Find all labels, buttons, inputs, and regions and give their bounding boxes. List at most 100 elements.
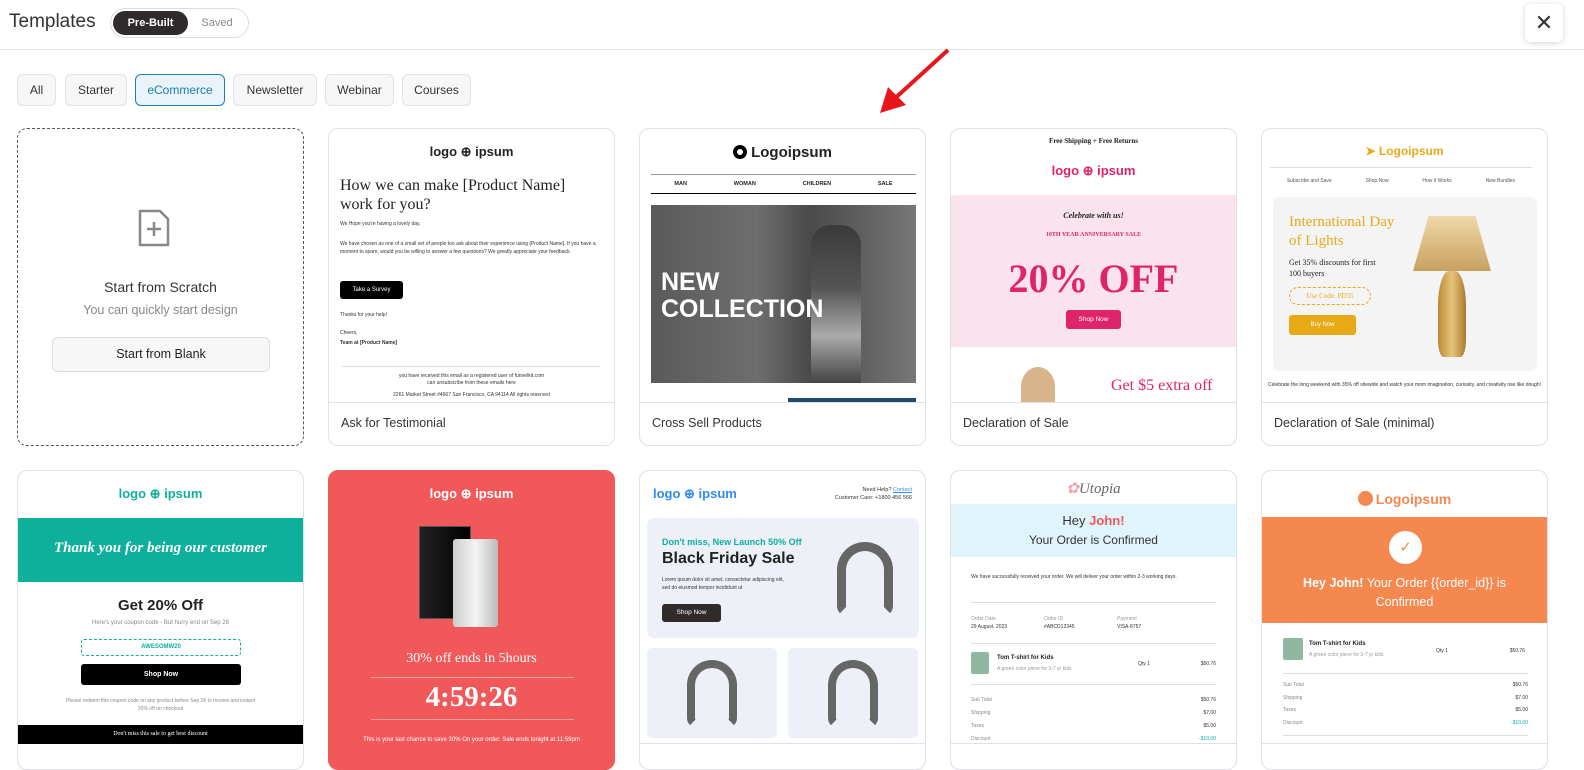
email-text: We have chosen as one of a small set of … bbox=[340, 241, 596, 255]
logo: logo ⊕ ipsum bbox=[653, 486, 737, 501]
template-thumbnail: Free Shipping + Free Returns logo ⊕ ipsu… bbox=[951, 129, 1236, 402]
lamp-base-image bbox=[1438, 271, 1466, 357]
logo: logo ⊕ ipsum bbox=[429, 144, 514, 159]
nav-item: MAN bbox=[674, 181, 687, 187]
email-text: This is your last chance to save 30% On … bbox=[363, 737, 580, 743]
template-card-thank-you-coupon[interactable]: logo ⊕ ipsum Thank you for being our cus… bbox=[17, 470, 304, 770]
template-card-cross-sell-products[interactable]: Logoipsum MAN WOMAN CHILDREN SALE NEW COLLE… bbox=[639, 128, 926, 446]
shop-button: Shop Now bbox=[1066, 310, 1121, 329]
page-title: Templates bbox=[9, 11, 96, 32]
total-value: -$10.00 bbox=[1511, 719, 1528, 726]
template-card-order-confirmed-orange[interactable]: Logoipsum ✓ Hey John! Your Order {{order… bbox=[1261, 470, 1548, 770]
total-value: $5.00 bbox=[1203, 723, 1216, 729]
close-button[interactable]: ✕ bbox=[1525, 4, 1563, 42]
total-value: $50.76 bbox=[1200, 697, 1216, 703]
template-card-ask-for-testimonial[interactable]: logo ⊕ ipsum How we can make [Product Na… bbox=[328, 128, 615, 446]
model-image bbox=[1021, 367, 1055, 402]
item-price: $50.76 bbox=[1509, 648, 1525, 654]
total-value: -$10.00 bbox=[1199, 736, 1216, 742]
scratch-title: Start from Scratch bbox=[104, 279, 217, 295]
template-name: Declaration of Sale bbox=[963, 416, 1069, 430]
hero-text: NEW COLLECTION bbox=[661, 268, 824, 323]
extra-offer: Get $5 extra off bbox=[1111, 377, 1213, 394]
filter-all[interactable]: All bbox=[17, 74, 56, 106]
tshirt-image bbox=[971, 652, 989, 674]
scratch-subtitle: You can quickly start design bbox=[83, 303, 238, 317]
template-thumbnail: Logoipsum ✓ Hey John! Your Order {{order… bbox=[1262, 471, 1547, 769]
coupon-code: AWESOMW20 bbox=[81, 639, 241, 656]
meta-label: Order ID bbox=[1044, 616, 1064, 622]
start-from-blank-button[interactable]: Start from Blank bbox=[52, 337, 270, 372]
order-meta: Order Date 29 August, 2023 Order ID #ABCD1… bbox=[971, 615, 1216, 631]
filter-ecommerce[interactable]: eCommerce bbox=[135, 74, 225, 106]
total-label: Taxes bbox=[971, 723, 985, 729]
email-footer: 2261 Market Street #4667 San Francisco, … bbox=[393, 392, 550, 398]
logo: Logoipsum bbox=[640, 144, 925, 161]
template-name: Ask for Testimonial bbox=[341, 416, 446, 430]
new-file-icon bbox=[138, 209, 170, 247]
item-desc: A green color piece for 3-7 yr kids bbox=[997, 666, 1072, 672]
check-icon: ✓ bbox=[1389, 531, 1422, 564]
headphones-image bbox=[837, 542, 893, 616]
email-footer: can unsubscribe from these emails here bbox=[427, 380, 516, 386]
hero-text: Get 35% discounts for first 100 buyers bbox=[1289, 258, 1376, 278]
banner-text: Thank you for being our customer bbox=[54, 540, 267, 556]
logo: ✿Utopia bbox=[951, 479, 1236, 498]
email-nav: MAN WOMAN CHILDREN SALE bbox=[651, 174, 916, 194]
template-thumbnail: logo ⊕ ipsum 30% off ends in 5hours 4:59… bbox=[329, 471, 614, 769]
tshirt-image bbox=[1283, 638, 1303, 660]
template-card-countdown-sale[interactable]: logo ⊕ ipsum 30% off ends in 5hours 4:59… bbox=[328, 470, 615, 770]
email-text: Team at [Product Name] bbox=[340, 340, 398, 346]
nav-item: Subscribe and Save bbox=[1286, 178, 1332, 184]
topbar-text: Free Shipping + Free Returns bbox=[1049, 137, 1138, 145]
contact-link: Contact bbox=[893, 487, 912, 493]
meta-value: VISA-8757 bbox=[1117, 624, 1142, 630]
nav-item: How it Works bbox=[1422, 178, 1452, 184]
template-card-declaration-of-sale[interactable]: Free Shipping + Free Returns logo ⊕ ipsu… bbox=[950, 128, 1237, 446]
email-text: Please redeem this coupon code on any pr… bbox=[65, 698, 255, 712]
filter-courses[interactable]: Courses bbox=[402, 74, 471, 106]
nav-item: WOMAN bbox=[733, 181, 756, 187]
meta-value: #ABCD12345 bbox=[1044, 624, 1075, 630]
template-thumbnail: ✿Utopia Hey John! Your Order is Confirme… bbox=[951, 471, 1236, 769]
template-card-declaration-of-sale-minimal[interactable]: ➤ Logoipsum Subscribe and Save Shop Now Ho… bbox=[1261, 128, 1548, 446]
banner-text: Celebrate with us! bbox=[1063, 211, 1124, 220]
perfume-bottle-image bbox=[453, 539, 498, 627]
email-nav: Subscribe and Save Shop Now How it Works Ne… bbox=[1270, 178, 1532, 184]
offer-text: 30% off ends in 5hours bbox=[406, 651, 537, 666]
nav-item: SALE bbox=[877, 181, 893, 187]
tab-saved[interactable]: Saved bbox=[191, 11, 243, 35]
logo-text: Logoipsum bbox=[751, 144, 832, 161]
item-qty: Qty 1 bbox=[1436, 648, 1448, 654]
email-text: Here's your coupon code - But hurry end … bbox=[92, 620, 229, 626]
item-name: Tom T-shirt for Kids bbox=[997, 655, 1054, 661]
template-card-black-friday-sale[interactable]: logo ⊕ ipsum Need Help? Contact Customer … bbox=[639, 470, 926, 770]
logo-text: Logoipsum bbox=[1378, 144, 1444, 158]
email-text: We Hope you're having a lovely day. bbox=[340, 221, 421, 227]
logo: logo ⊕ ipsum bbox=[1051, 163, 1136, 178]
filter-webinar[interactable]: Webinar bbox=[325, 74, 394, 106]
filter-newsletter[interactable]: Newsletter bbox=[233, 74, 317, 106]
template-card-order-confirmed-utopia[interactable]: ✿Utopia Hey John! Your Order is Confirme… bbox=[950, 470, 1237, 770]
template-name: Declaration of Sale (minimal) bbox=[1274, 416, 1435, 430]
offer-text: 20% OFF bbox=[1008, 256, 1179, 301]
nav-item: CHILDREN bbox=[802, 181, 832, 187]
meta-value: 29 August, 2023 bbox=[971, 624, 1008, 630]
filter-starter[interactable]: Starter bbox=[65, 74, 127, 106]
logo: logo ⊕ ipsum bbox=[118, 486, 203, 501]
shop-button: Shop Now bbox=[81, 664, 241, 685]
close-icon: ✕ bbox=[1534, 10, 1554, 35]
template-name: Cross Sell Products bbox=[652, 416, 762, 430]
email-heading: How we can make [Product Name] work for … bbox=[340, 177, 566, 213]
meta-label: Order Date bbox=[971, 616, 996, 622]
total-label: Sub Total bbox=[971, 697, 992, 703]
hero-image: NEW COLLECTION bbox=[651, 205, 916, 383]
template-thumbnail: logo ⊕ ipsum How we can make [Product Na… bbox=[329, 129, 614, 402]
footer-bar: Don't miss this sale to get best discoun… bbox=[18, 725, 303, 744]
start-from-scratch-card: Start from Scratch You can quickly start… bbox=[17, 128, 304, 446]
total-value: $50.76 bbox=[1512, 682, 1528, 688]
item-qty: Qty 1 bbox=[1138, 661, 1150, 667]
email-text: Thanks for your help! bbox=[340, 312, 387, 318]
tab-pre-built[interactable]: Pre-Built bbox=[113, 11, 188, 35]
greeting: Hey bbox=[1062, 513, 1086, 528]
